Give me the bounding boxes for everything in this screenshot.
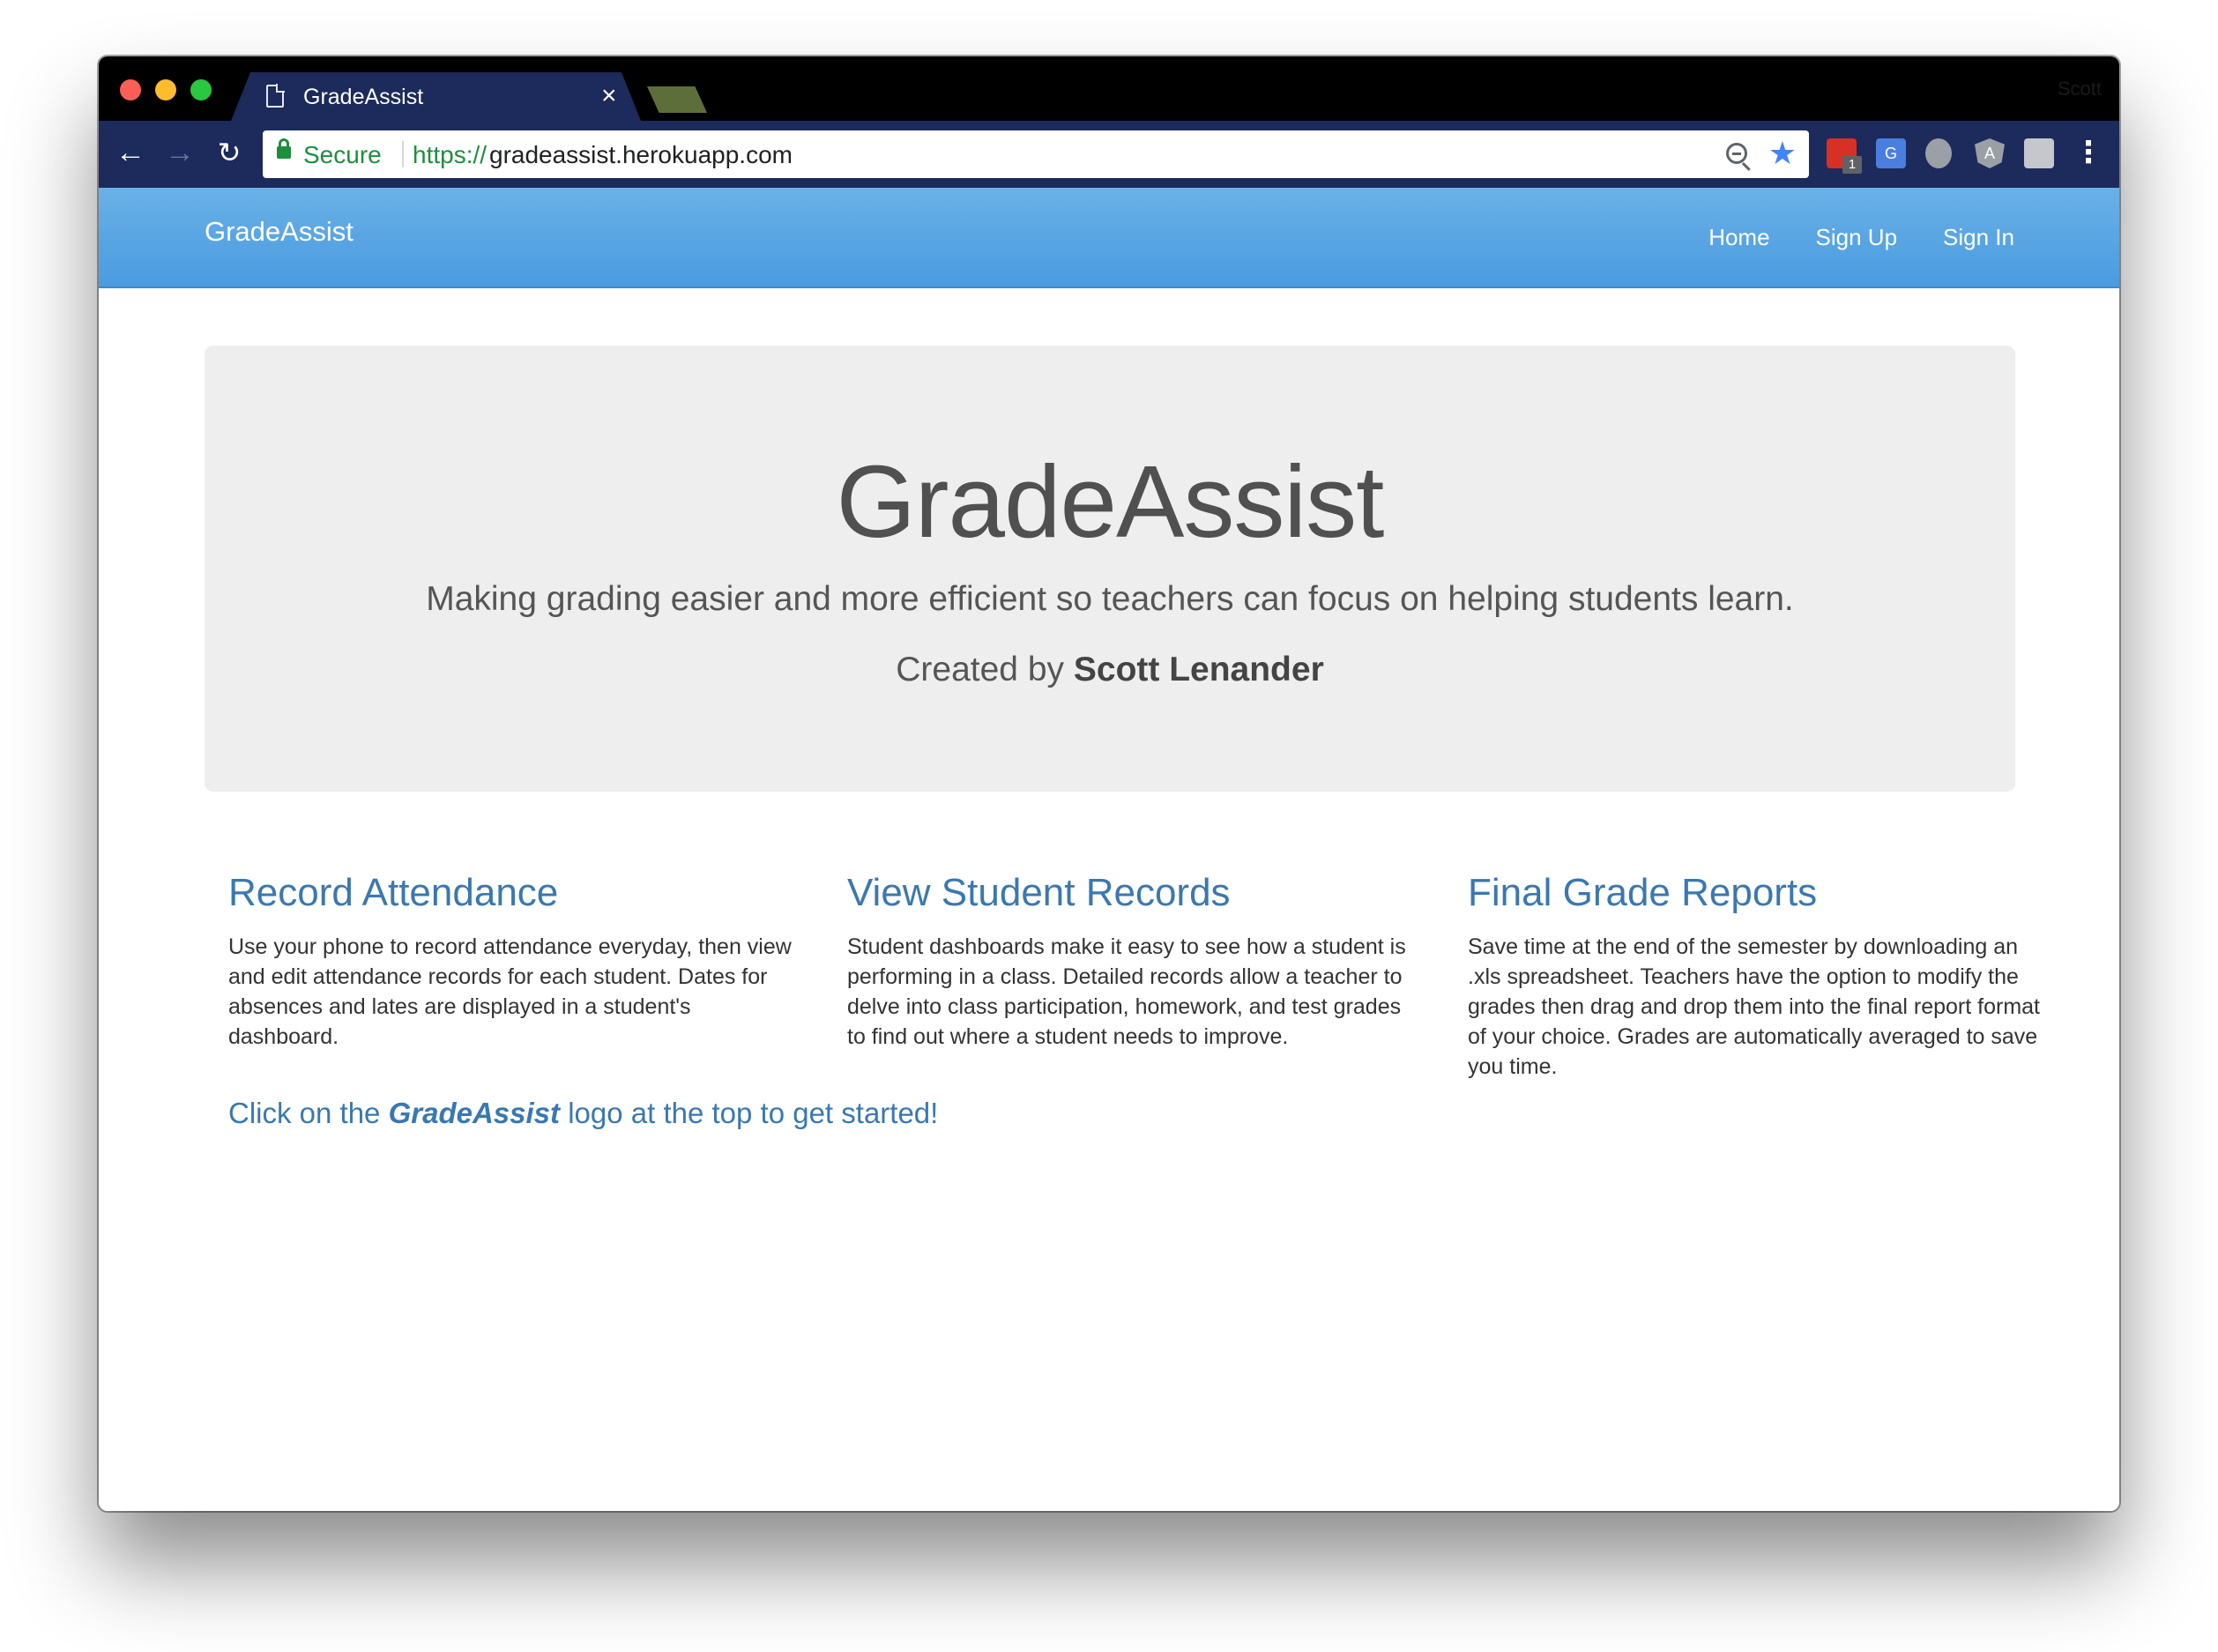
secure-label[interactable]: Secure: [303, 142, 382, 168]
extension-calendar-icon[interactable]: 1: [1827, 138, 1862, 174]
feature-title: Final Grade Reports: [1468, 871, 1818, 914]
browser-toolbar: ← → ↻ Secure https:// gradeassist.heroku…: [99, 121, 2119, 188]
extension-translate-icon[interactable]: G: [1876, 138, 1906, 168]
close-window-button[interactable]: [120, 79, 141, 100]
get-started-callout: Click on the GradeAssist logo at the top…: [228, 1096, 938, 1131]
nav-link-sign-up[interactable]: Sign Up: [1816, 220, 1898, 255]
feature-view-student-records: View Student Records Student dashboards …: [847, 870, 1420, 1052]
feature-record-attendance: Record Attendance Use your phone to reco…: [228, 870, 801, 1052]
url-scheme[interactable]: https://: [413, 142, 487, 168]
feature-body: Save time at the end of the semester by …: [1468, 934, 2040, 1079]
extension-puzzle-icon[interactable]: [2024, 138, 2054, 168]
navbar-brand-logo[interactable]: GradeAssist: [205, 214, 354, 249]
hero-credit: Created by Scott Lenander: [205, 650, 2015, 690]
nav-link-sign-in[interactable]: Sign In: [1943, 220, 2014, 255]
feature-body: Student dashboards make it easy to see h…: [847, 934, 1406, 1049]
address-separator: [402, 141, 404, 167]
extension-badge: 1: [1842, 156, 1862, 174]
angular-glyph: A: [1984, 145, 1995, 162]
navbar-links: Home Sign Up Sign In: [1708, 220, 2014, 255]
extension-lightbulb-icon[interactable]: [1925, 138, 1952, 168]
hero-title: GradeAssist: [836, 444, 1385, 559]
minimize-window-button[interactable]: [155, 79, 176, 100]
maximize-window-button[interactable]: [190, 79, 212, 100]
cta-brand-emphasis: GradeAssist: [388, 1097, 561, 1129]
feature-title: View Student Records: [847, 871, 1231, 914]
lock-icon[interactable]: [277, 138, 291, 159]
hero-credit-name: Scott Lenander: [1073, 651, 1324, 688]
zoom-icon[interactable]: [1726, 143, 1747, 164]
star-icon[interactable]: ★: [1768, 136, 1797, 171]
reload-icon[interactable]: ↻: [210, 133, 249, 172]
screenshot-stage: GradeAssist × Scott ← → ↻ Secure https:/…: [0, 0, 2218, 1652]
document-icon: [266, 85, 284, 108]
browser-window: GradeAssist × Scott ← → ↻ Secure https:/…: [99, 56, 2119, 1511]
back-arrow-icon[interactable]: ←: [111, 133, 150, 172]
cta-suffix: logo at the top to get started!: [568, 1097, 939, 1129]
tab-title: GradeAssist: [303, 85, 424, 109]
tab-close-icon[interactable]: ×: [601, 81, 617, 111]
forward-arrow-icon[interactable]: →: [160, 133, 199, 172]
new-tab-button[interactable]: [647, 86, 707, 113]
profile-name[interactable]: Scott: [2058, 78, 2102, 100]
extension-angular-icon[interactable]: A: [1975, 138, 2005, 168]
hero-jumbotron: GradeAssist Making grading easier and mo…: [205, 346, 2015, 792]
browser-tab[interactable]: GradeAssist ×: [231, 72, 641, 121]
feature-body: Use your phone to record attendance ever…: [228, 934, 792, 1049]
hero-subtitle: Making grading easier and more efficient…: [426, 580, 1794, 618]
nav-link-home[interactable]: Home: [1708, 220, 1769, 255]
translate-glyph: G: [1884, 145, 1897, 162]
hero-credit-prefix: Created by: [896, 651, 1065, 688]
url-host[interactable]: gradeassist.herokuapp.com: [489, 142, 793, 168]
feature-final-grade-reports: Final Grade Reports Save time at the end…: [1468, 870, 2050, 1082]
address-bar[interactable]: Secure https:// gradeassist.herokuapp.co…: [263, 130, 1809, 178]
kebab-menu-icon[interactable]: ⋮: [2073, 133, 2103, 172]
feature-title: Record Attendance: [228, 871, 559, 914]
cta-prefix: Click on the: [228, 1097, 381, 1129]
web-page: GradeAssist Home Sign Up Sign In GradeAs…: [99, 188, 2119, 1511]
tab-strip: GradeAssist × Scott: [99, 56, 2119, 121]
site-navbar: GradeAssist Home Sign Up Sign In: [99, 188, 2119, 288]
